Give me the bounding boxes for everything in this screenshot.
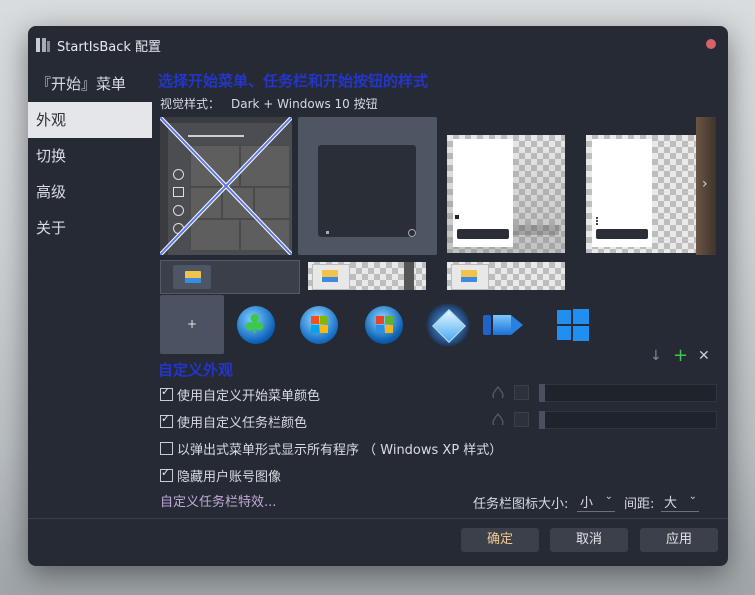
- style-thumb-win10[interactable]: [160, 117, 292, 255]
- taskbar-preview-translucent[interactable]: [308, 262, 426, 290]
- title-bar: StartIsBack 配置: [28, 26, 728, 64]
- start-button-arrow[interactable]: [483, 313, 523, 337]
- customize-heading: 自定义外观: [158, 361, 234, 379]
- config-window: StartIsBack 配置 『开始』菜单 外观 切换 高级 关于 选择开始菜单…: [28, 26, 728, 566]
- option-custom-start-color[interactable]: 使用自定义开始菜单颜色: [160, 385, 320, 404]
- chevron-down-icon: ⌄: [604, 491, 613, 502]
- visual-style-value: Dark + Windows 10 按钮: [231, 97, 378, 111]
- checkbox-hide-user-picture[interactable]: [160, 466, 173, 482]
- sidebar-item-advanced[interactable]: 高级: [28, 174, 152, 210]
- add-icon[interactable]: +: [673, 345, 688, 366]
- start-opacity-slider[interactable]: [539, 384, 717, 402]
- checkbox-xp-style-menu[interactable]: [160, 442, 173, 455]
- apply-button[interactable]: 应用: [640, 528, 718, 552]
- close-button[interactable]: [706, 39, 716, 49]
- checkbox-custom-start-color[interactable]: [160, 385, 173, 401]
- window-title: StartIsBack 配置: [57, 40, 162, 55]
- sidebar-item-start-menu[interactable]: 『开始』菜单: [28, 66, 152, 102]
- option-hide-user-picture[interactable]: 隐藏用户账号图像: [160, 466, 281, 485]
- start-button-win7-alt[interactable]: [365, 306, 403, 344]
- spacing-label: 间距:: [624, 497, 655, 512]
- chevron-right-icon[interactable]: ›: [702, 176, 708, 192]
- app-icon: [36, 38, 50, 52]
- style-thumb-light-translucent[interactable]: [447, 135, 565, 253]
- start-color-swatch[interactable]: [514, 385, 529, 400]
- icon-size-label: 任务栏图标大小:: [473, 497, 569, 512]
- option-custom-taskbar-color[interactable]: 使用自定义任务栏颜色: [160, 412, 307, 431]
- taskbar-preview-light[interactable]: [447, 262, 565, 290]
- opacity-drop-icon: [492, 413, 504, 425]
- start-button-win7[interactable]: [300, 306, 338, 344]
- sidebar: 『开始』菜单 外观 切换 高级 关于: [28, 66, 152, 246]
- clover-icon: ♣: [243, 310, 267, 340]
- style-thumb-light[interactable]: [586, 135, 704, 253]
- spacing-select[interactable]: 大 ⌄: [661, 489, 699, 512]
- icon-size-select[interactable]: 小 ⌄: [577, 489, 615, 512]
- style-thumb-dark[interactable]: [298, 117, 437, 255]
- chevron-down-icon: ⌄: [688, 491, 697, 502]
- download-icon[interactable]: ↓: [650, 348, 662, 364]
- sidebar-item-about[interactable]: 关于: [28, 210, 152, 246]
- taskbar-effects-link[interactable]: 自定义任务栏特效...: [160, 491, 276, 510]
- checkbox-custom-taskbar-color[interactable]: [160, 412, 173, 428]
- start-button-win10[interactable]: [557, 309, 589, 341]
- ok-button[interactable]: 确定: [461, 528, 539, 552]
- sidebar-item-appearance[interactable]: 外观: [28, 102, 152, 138]
- sidebar-item-switch[interactable]: 切换: [28, 138, 152, 174]
- add-start-button[interactable]: +: [160, 295, 224, 354]
- opacity-drop-icon: [492, 386, 504, 398]
- appearance-heading: 选择开始菜单、任务栏和开始按钮的样式: [158, 72, 429, 90]
- taskbar-opacity-slider[interactable]: [539, 411, 717, 429]
- visual-style-label: 视觉样式：: [160, 97, 221, 111]
- start-button-crystal[interactable]: [426, 303, 470, 347]
- option-xp-style-menu[interactable]: 以弹出式菜单形式显示所有程序 （ Windows XP 样式）: [160, 439, 502, 458]
- close-icon[interactable]: ✕: [698, 348, 710, 364]
- footer-divider: [28, 518, 728, 519]
- taskbar-preview-dark[interactable]: [160, 260, 300, 294]
- start-button-clover[interactable]: ♣: [237, 306, 275, 344]
- taskbar-color-swatch[interactable]: [514, 412, 529, 427]
- cancel-button[interactable]: 取消: [550, 528, 628, 552]
